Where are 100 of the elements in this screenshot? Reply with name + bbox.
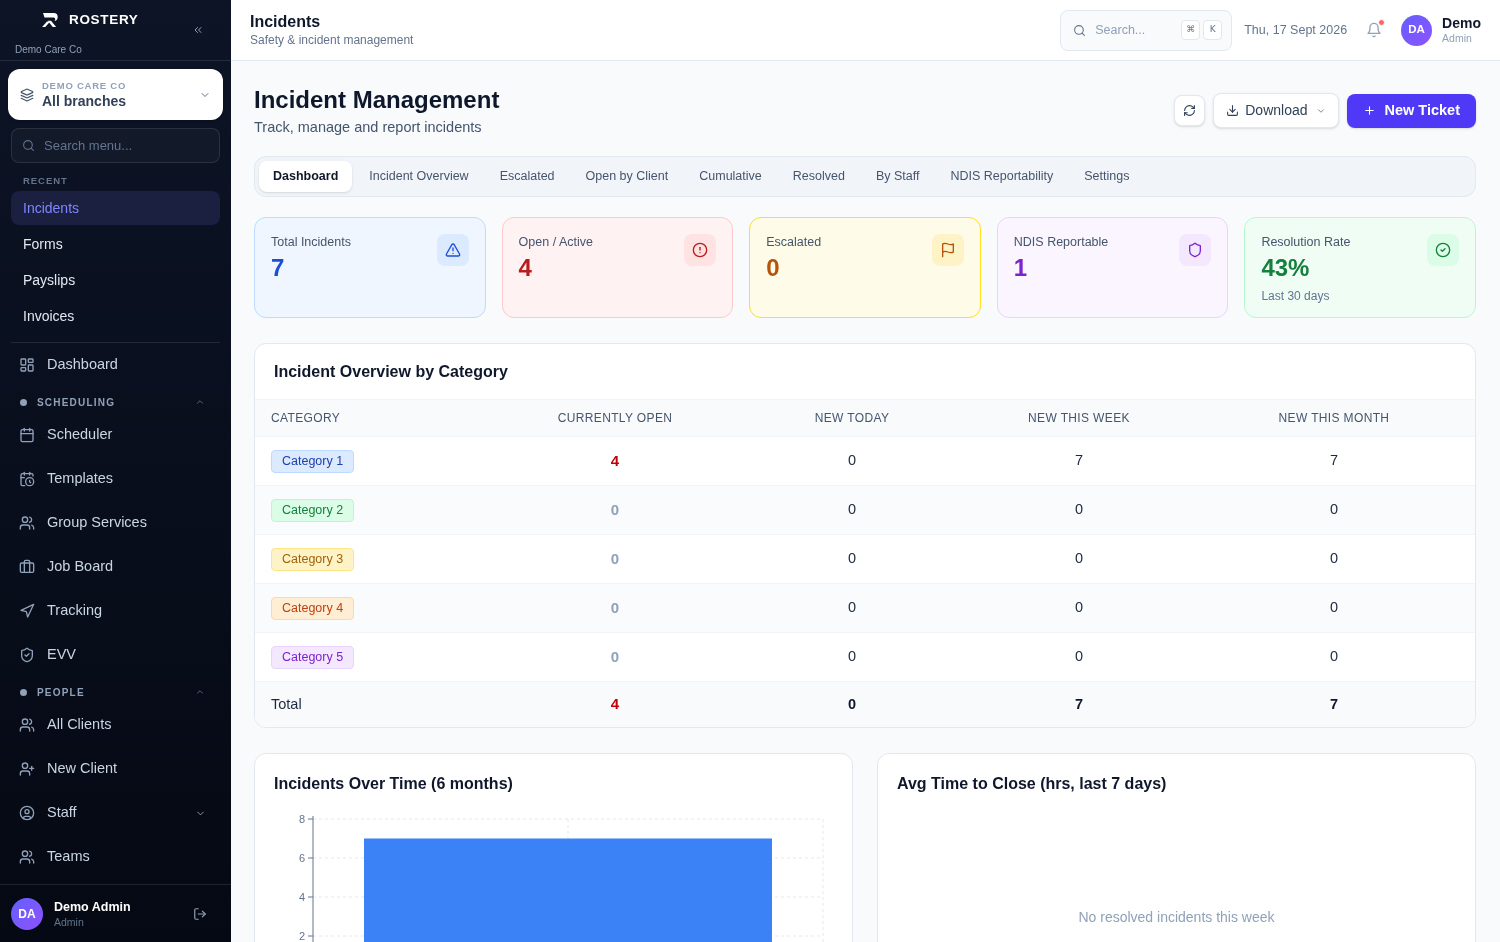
- header-subtitle: Safety & incident management: [250, 32, 414, 48]
- nav-item[interactable]: New Client: [11, 747, 220, 791]
- shield-check-icon: [19, 647, 35, 663]
- section-toggle[interactable]: PEOPLE: [11, 681, 220, 703]
- navigation-arrow-icon: [19, 603, 35, 619]
- table-cell-text: 0: [847, 647, 857, 667]
- search-icon: [1073, 23, 1087, 37]
- tab[interactable]: Open by Client: [571, 161, 683, 192]
- refresh-button[interactable]: [1174, 95, 1206, 126]
- nav-item[interactable]: All Clients: [11, 703, 220, 747]
- section-toggle[interactable]: SCHEDULING: [11, 391, 220, 413]
- tab[interactable]: Escalated: [485, 161, 569, 192]
- nav-item[interactable]: EVV: [11, 633, 220, 677]
- nav-item[interactable]: Forms: [11, 227, 220, 261]
- tick-label: 4: [298, 891, 305, 903]
- stat-label: Total Incidents: [271, 234, 351, 250]
- user-name: Demo Admin: [54, 898, 131, 915]
- nav-item[interactable]: Scheduler: [11, 413, 220, 457]
- user-circle-icon: [19, 805, 35, 821]
- stat-label: Escalated: [766, 234, 822, 250]
- tab[interactable]: Settings: [1070, 161, 1144, 192]
- download-icon: [1226, 104, 1240, 117]
- tab[interactable]: Cumulative: [685, 161, 776, 192]
- column-header: NEW THIS WEEK: [1028, 410, 1130, 427]
- org-name: Demo Care Co: [15, 43, 82, 57]
- page-subtitle: Track, manage and report incidents: [254, 118, 483, 137]
- category-tag: Category 3: [271, 547, 355, 571]
- nav-item[interactable]: Tracking: [11, 589, 220, 633]
- table-cell-text: 7: [1074, 451, 1084, 471]
- tab[interactable]: NDIS Reportability: [936, 161, 1068, 192]
- table-cell-text: 4: [610, 694, 620, 715]
- category-tag: Category 2: [271, 498, 355, 522]
- collapse-button[interactable]: [192, 24, 204, 36]
- user-avatar: DA: [1401, 14, 1433, 46]
- nav-item[interactable]: Templates: [11, 457, 220, 501]
- stat-note: Last 30 days: [1261, 288, 1331, 304]
- table-cell-text: 0: [610, 597, 620, 618]
- table-cell-text: 0: [1074, 647, 1084, 667]
- notifications-button[interactable]: [1366, 22, 1383, 38]
- new-ticket-button[interactable]: New Ticket: [1346, 93, 1476, 128]
- column-header: NEW THIS MONTH: [1278, 410, 1390, 427]
- tick-label: 6: [298, 852, 305, 864]
- category-tag: Category 4: [271, 596, 355, 620]
- column-header: CATEGORY: [271, 410, 341, 427]
- table-cell-text: 0: [610, 646, 620, 667]
- table-cell-text: 0: [847, 500, 857, 520]
- tab[interactable]: Dashboard: [259, 161, 353, 192]
- table-cell-text: 4: [610, 450, 620, 471]
- nav-item[interactable]: Group Services: [11, 501, 220, 545]
- table-cell-text: 0: [1329, 598, 1339, 618]
- tick-label: 2: [298, 930, 305, 942]
- users-icon: [19, 849, 35, 865]
- nav-item[interactable]: Teams: [11, 835, 220, 879]
- shield-icon: [1179, 234, 1212, 266]
- page-title: Incident Management: [254, 85, 500, 115]
- users-icon: [19, 515, 35, 531]
- tab[interactable]: By Staff: [861, 161, 934, 192]
- table-cell-text: 7: [1329, 694, 1339, 714]
- brand-name: ROSTERY: [69, 10, 139, 29]
- nav-item[interactable]: Invoices: [11, 299, 220, 333]
- table-cell-text: 0: [847, 598, 857, 618]
- user-role: Admin: [54, 914, 85, 929]
- table-title: Incident Overview by Category: [274, 361, 508, 382]
- flag-icon: [931, 234, 964, 266]
- logout-button[interactable]: [193, 906, 207, 921]
- user-avatar: DA: [11, 897, 43, 930]
- grid-icon: [19, 357, 35, 373]
- branch-selector[interactable]: DEMO CARE CO All branches: [8, 69, 223, 120]
- nav-item[interactable]: Staff: [11, 791, 220, 835]
- empty-message: No resolved incidents this week: [1078, 909, 1275, 925]
- logout-icon: [193, 906, 207, 921]
- category-tag: Category 5: [271, 645, 355, 669]
- download-button[interactable]: Download: [1213, 93, 1339, 128]
- layers-icon: [20, 87, 34, 102]
- users-icon: [19, 717, 35, 733]
- plus-icon: [1362, 104, 1376, 117]
- nav-item[interactable]: Incidents: [11, 191, 220, 225]
- table-cell-text: 0: [847, 451, 857, 471]
- table-cell-text: 0: [1329, 549, 1339, 569]
- category-tag: Category 1: [271, 449, 355, 473]
- table-cell-text: 0: [1074, 500, 1084, 520]
- stat-value: 4: [518, 256, 533, 280]
- stat-value: 0: [766, 256, 781, 280]
- user-plus-icon: [19, 761, 35, 777]
- tab[interactable]: Resolved: [778, 161, 859, 192]
- double-chevron-left-icon: [192, 24, 204, 36]
- stat-label: Resolution Rate: [1261, 234, 1351, 250]
- column-header: NEW TODAY: [814, 410, 890, 427]
- tick-label: 8: [298, 813, 305, 825]
- table-cell-text: 0: [1329, 647, 1339, 667]
- table-cell-text: 0: [1074, 598, 1084, 618]
- nav-item[interactable]: Payslips: [11, 263, 220, 297]
- tab[interactable]: Incident Overview: [355, 161, 483, 192]
- refresh-icon: [1183, 104, 1197, 117]
- table-cell-text: 0: [610, 548, 620, 569]
- nav-item[interactable]: Dashboard: [11, 343, 220, 387]
- user-name: Demo: [1442, 15, 1481, 32]
- table-cell-text: 7: [1074, 694, 1084, 714]
- table-cell-text: 0: [847, 694, 857, 714]
- nav-item[interactable]: Job Board: [11, 545, 220, 589]
